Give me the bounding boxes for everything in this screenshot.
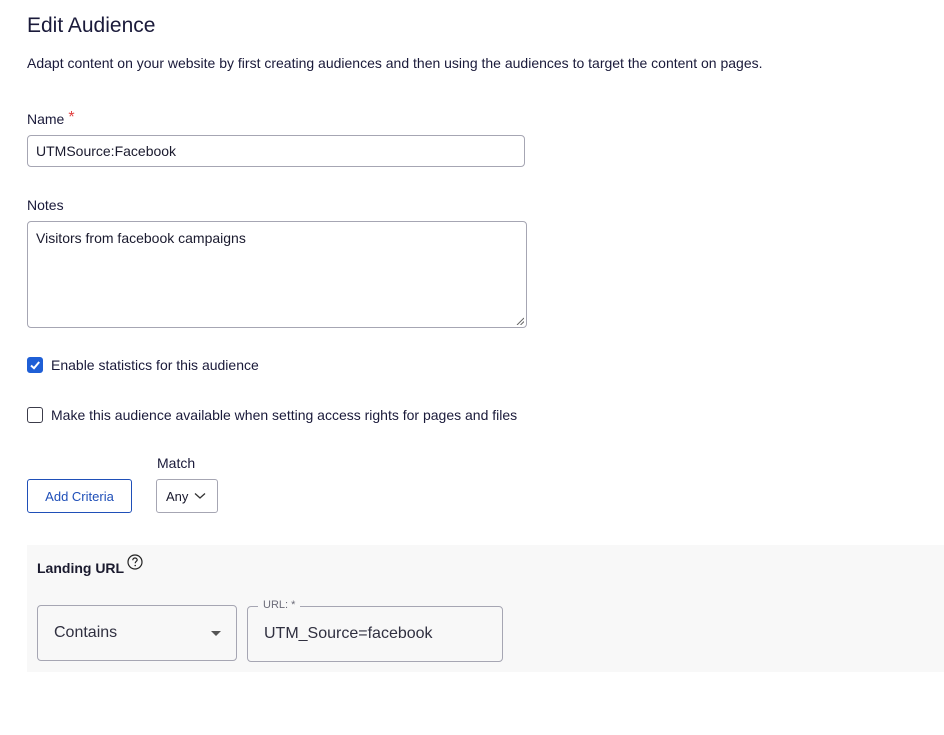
- access-rights-label: Make this audience available when settin…: [51, 407, 518, 423]
- add-criteria-button[interactable]: Add Criteria: [27, 479, 132, 513]
- operator-select[interactable]: Contains: [37, 605, 237, 661]
- match-select[interactable]: Any: [156, 479, 218, 513]
- page-description: Adapt content on your website by first c…: [27, 55, 763, 71]
- landing-url-criterion-panel: Landing URL Contains URL: * UTM_Source=f…: [27, 545, 944, 672]
- caret-down-icon: [211, 631, 221, 636]
- name-label: Name: [27, 111, 65, 127]
- name-input[interactable]: UTMSource:Facebook: [27, 135, 525, 167]
- edit-audience-page: Edit Audience Adapt content on your webs…: [0, 0, 944, 735]
- operator-value: Contains: [54, 624, 118, 641]
- checkmark-icon: [30, 361, 40, 370]
- url-value: UTM_Source=facebook: [264, 625, 433, 642]
- chevron-down-icon: [194, 493, 206, 499]
- url-input[interactable]: URL: * UTM_Source=facebook: [247, 599, 503, 662]
- notes-label: Notes: [27, 197, 64, 213]
- url-field-label: URL: *: [258, 599, 301, 611]
- match-value: Any: [166, 488, 189, 504]
- criterion-title: Landing URL: [37, 560, 125, 576]
- match-label: Match: [157, 455, 196, 471]
- enable-statistics-label: Enable statistics for this audience: [51, 357, 259, 373]
- notes-textarea[interactable]: Visitors from facebook campaigns: [27, 221, 527, 328]
- enable-statistics-checkbox[interactable]: [27, 357, 43, 373]
- required-marker: *: [68, 109, 75, 126]
- page-title: Edit Audience: [27, 14, 156, 37]
- notes-value: Visitors from facebook campaigns: [36, 230, 246, 246]
- access-rights-row[interactable]: Make this audience available when settin…: [27, 407, 517, 423]
- question-circle-icon[interactable]: [127, 554, 143, 570]
- name-label-row: Name *: [27, 109, 75, 129]
- enable-statistics-row[interactable]: Enable statistics for this audience: [27, 357, 259, 373]
- access-rights-checkbox[interactable]: [27, 407, 43, 423]
- resize-grip-icon[interactable]: [516, 317, 524, 325]
